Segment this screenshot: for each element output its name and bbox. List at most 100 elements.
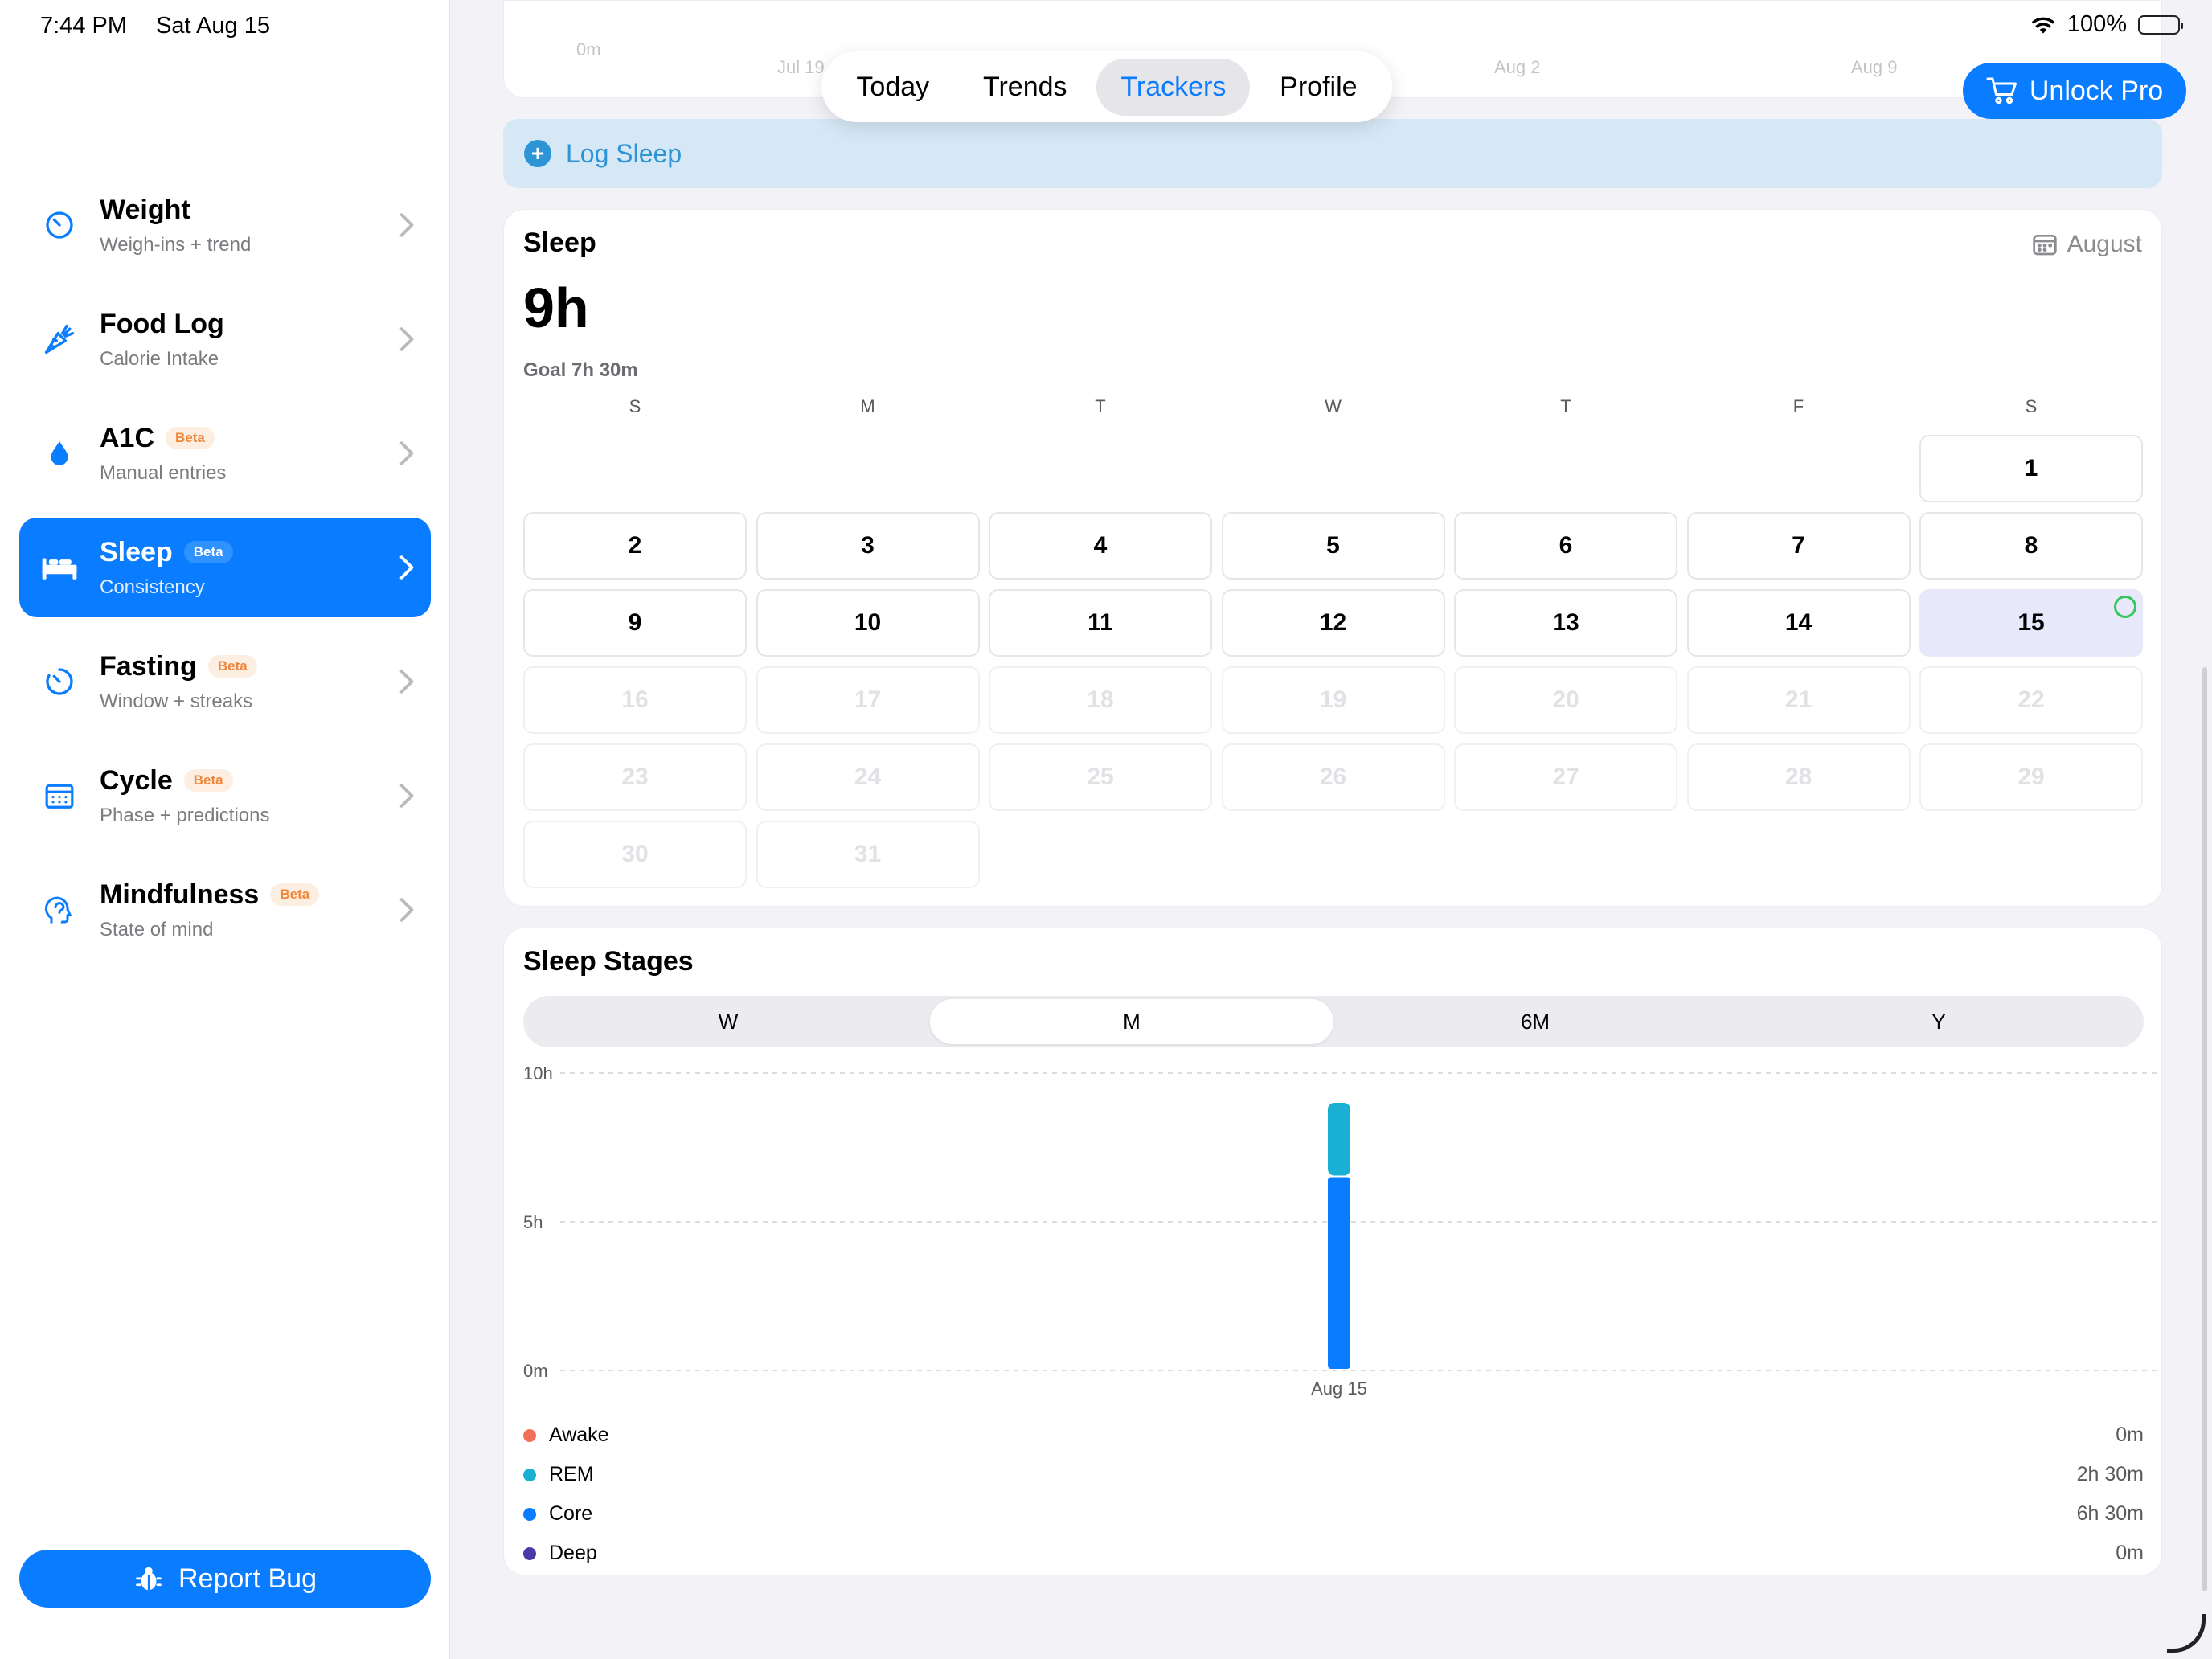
sidebar-item-cycle[interactable]: Cycle Beta Phase + predictions	[19, 746, 431, 846]
sidebar-item-chevron	[383, 212, 431, 238]
tab-trends[interactable]: Trends	[959, 59, 1092, 116]
beta-badge: Beta	[183, 541, 233, 563]
calendar-day[interactable]: 6	[1454, 512, 1677, 580]
top-tab-bar: Today Trends Trackers Profile	[821, 51, 1392, 122]
calendar-day: 23	[523, 743, 747, 811]
sidebar-item-subtitle: Manual entries	[100, 461, 227, 484]
calendar-day[interactable]: 4	[989, 512, 1212, 580]
log-sleep-button[interactable]: + Log Sleep	[503, 119, 2162, 188]
sidebar-item-subtitle: Consistency	[100, 576, 205, 598]
tab-today[interactable]: Today	[832, 59, 953, 116]
calendar-day[interactable]: 11	[989, 589, 1212, 657]
sidebar-item-fasting[interactable]: Fasting Beta Window + streaks	[19, 632, 431, 731]
range-option-6m[interactable]: 6M	[1333, 999, 1737, 1044]
sidebar-item-title: Weight	[100, 194, 190, 225]
cart-icon	[1986, 77, 2017, 104]
calendar-day-number: 30	[621, 841, 649, 867]
main-content: 0m Jul 19 Aug 2 Aug 9 + Log Sleep Sleep …	[452, 0, 2212, 1659]
chevron-right-icon	[399, 898, 414, 922]
range-option-y[interactable]: Y	[1737, 999, 2140, 1044]
legend-dot	[523, 1428, 536, 1442]
legend-name: Core	[549, 1502, 593, 1525]
beta-badge: Beta	[207, 655, 257, 678]
legend-dot	[523, 1507, 536, 1521]
legend-row-deep: Deep 0m	[523, 1534, 2144, 1573]
calendar-day-number: 18	[1087, 686, 1114, 713]
calendar-day[interactable]: 2	[523, 512, 747, 580]
unlock-pro-button[interactable]: Unlock Pro	[1963, 63, 2186, 119]
calendar-day-number: 14	[1784, 609, 1813, 636]
sidebar-item-title-row: Weight	[100, 195, 383, 226]
calendar-day[interactable]: 13	[1454, 589, 1677, 657]
calendar-day-number: 28	[1784, 764, 1813, 790]
window-resize-handle[interactable]	[2167, 1614, 2206, 1653]
legend-row-core: Core 6h 30m	[523, 1494, 2144, 1534]
calendar-day: 17	[756, 666, 980, 734]
sidebar-item-chevron	[383, 555, 431, 580]
calendar-day-number: 8	[2024, 532, 2038, 559]
weekday-label: W	[1325, 396, 1342, 416]
chevron-right-icon	[399, 784, 414, 808]
calendar-day-number: 11	[1088, 609, 1113, 636]
sidebar-item-title-row: Fasting Beta	[100, 651, 383, 682]
tab-profile[interactable]: Profile	[1256, 59, 1381, 116]
tab-trackers[interactable]: Trackers	[1096, 58, 1251, 116]
report-bug-button[interactable]: Report Bug	[19, 1550, 431, 1608]
sidebar-item-text: Weight Weigh-ins + trend	[100, 195, 383, 256]
calendar-day[interactable]: 3	[756, 512, 980, 580]
calendar-day-number: 27	[1552, 764, 1579, 790]
sidebar-item-title: Food Log	[100, 308, 224, 339]
range-segmented-control: W M 6M Y	[523, 996, 2144, 1047]
legend-value: 0m	[2116, 1423, 2144, 1446]
sleep-card-title: Sleep	[523, 227, 596, 258]
sidebar-item-title-row: Mindfulness Beta	[100, 879, 383, 911]
calendar-icon	[19, 781, 100, 810]
sidebar-item-food-log[interactable]: Food Log Calorie Intake	[19, 289, 431, 389]
calendar-day[interactable]: 12	[1221, 589, 1445, 657]
calendar-day: 19	[1221, 666, 1445, 734]
bug-icon	[136, 1567, 162, 1591]
sidebar-item-title-row: Sleep Beta	[100, 537, 383, 568]
calendar-day-number: 20	[1552, 686, 1579, 713]
calendar-day[interactable]: 14	[1686, 589, 1911, 657]
sidebar-item-subtitle: State of mind	[100, 918, 214, 940]
gauge-icon	[19, 209, 100, 241]
calendar-day-number: 6	[1559, 532, 1573, 559]
sidebar-item-title-row: Food Log	[100, 309, 383, 340]
calendar-day: 18	[989, 666, 1212, 734]
carrot-icon	[19, 322, 100, 357]
legend-dot	[523, 1546, 536, 1560]
sidebar-item-mindfulness[interactable]: Mindfulness Beta State of mind	[19, 860, 431, 960]
calendar-day[interactable]: 8	[1919, 512, 2143, 580]
calendar-day-today[interactable]: 15	[1919, 589, 2143, 657]
status-time-date: 7:44 PM Sat Aug 15	[40, 13, 293, 39]
calendar-day[interactable]: 10	[756, 589, 980, 657]
sidebar-item-title: Mindfulness	[100, 879, 260, 910]
range-option-m[interactable]: M	[930, 999, 1333, 1044]
sidebar-item-subtitle: Calorie Intake	[100, 347, 219, 370]
weekday-label: T	[1560, 396, 1571, 416]
chevron-right-icon	[399, 327, 414, 351]
sidebar-item-weight[interactable]: Weight Weigh-ins + trend	[19, 175, 431, 275]
calendar-day[interactable]: 7	[1686, 512, 1911, 580]
goal-ring-icon	[2114, 596, 2136, 618]
sidebar-item-sleep[interactable]: Sleep Beta Consistency	[19, 518, 431, 617]
sidebar-item-a1c[interactable]: A1C Beta Manual entries	[19, 403, 431, 503]
calendar-day-number: 29	[2017, 764, 2045, 790]
calendar-day-number: 21	[1784, 686, 1813, 713]
scroll-indicator[interactable]	[2202, 667, 2207, 1591]
prev-chart-x-label: Aug 2	[1494, 57, 1541, 77]
range-option-w[interactable]: W	[526, 999, 930, 1044]
calendar-day-number: 7	[1792, 532, 1805, 559]
calendar-day[interactable]: 1	[1919, 435, 2143, 502]
calendar-day-number: 2	[628, 532, 642, 559]
calendar-day: 25	[989, 743, 1212, 811]
calendar-day: 20	[1454, 666, 1677, 734]
calendar-day-number: 1	[2024, 455, 2038, 481]
sidebar-item-title: Sleep	[100, 536, 173, 567]
sidebar-item-chevron	[383, 897, 431, 923]
calendar-day-number: 24	[854, 764, 882, 790]
month-picker-button[interactable]: August	[2032, 231, 2142, 258]
calendar-day[interactable]: 5	[1221, 512, 1445, 580]
calendar-day[interactable]: 9	[523, 589, 747, 657]
